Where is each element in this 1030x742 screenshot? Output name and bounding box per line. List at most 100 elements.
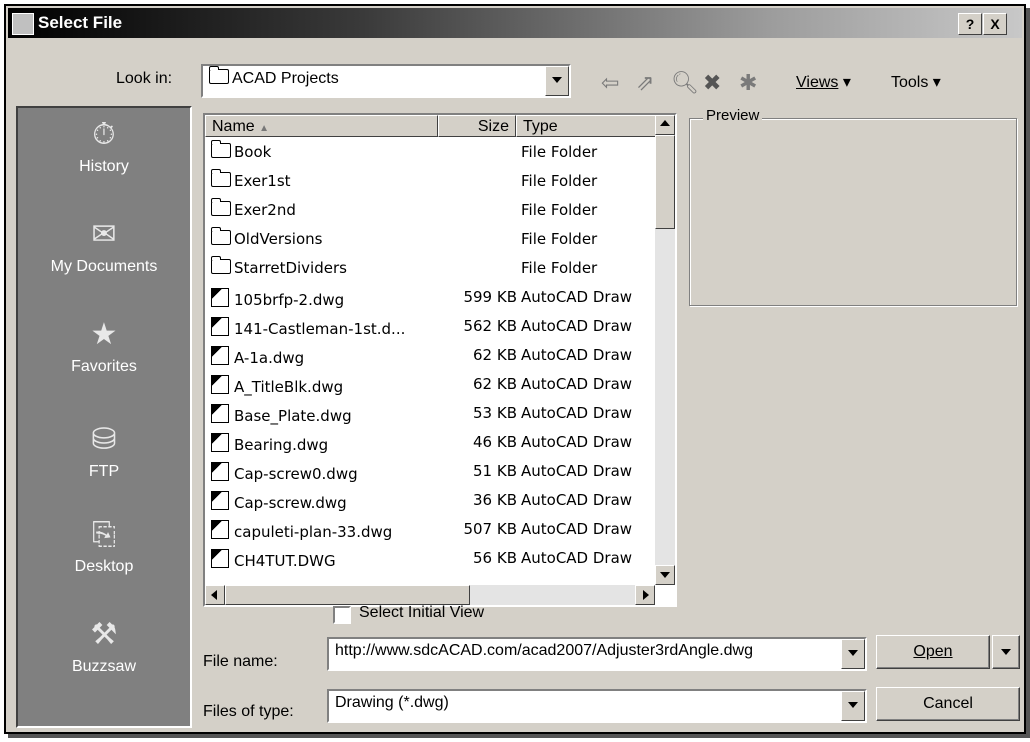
folder-icon — [211, 198, 231, 216]
dwg-file-icon — [211, 433, 229, 452]
select-initial-view-checkbox[interactable] — [333, 606, 351, 624]
column-header-type[interactable]: Type — [516, 115, 656, 137]
files-of-type-dropdown[interactable]: Drawing (*.dwg) — [327, 689, 867, 723]
horizontal-scroll-thumb[interactable] — [225, 585, 470, 605]
file-name-cell: A-1a.dwg — [234, 349, 305, 367]
dwg-file-icon — [211, 549, 229, 568]
file-row[interactable]: Bearing.dwg 46 KB AutoCAD Draw — [205, 429, 653, 457]
sort-ascending-icon: ▲ — [259, 123, 270, 134]
file-name-cell: 105brfp-2.dwg — [234, 291, 345, 309]
file-row[interactable]: A-1a.dwg 62 KB AutoCAD Draw — [205, 342, 653, 370]
file-row[interactable]: Base_Plate.dwg 53 KB AutoCAD Draw — [205, 400, 653, 428]
folder-icon — [211, 227, 231, 245]
file-type-cell: AutoCAD Draw — [521, 346, 633, 364]
folder-icon — [211, 169, 231, 187]
file-size-cell: 562 KB — [463, 317, 517, 335]
dwg-file-icon — [211, 375, 229, 394]
file-name-cell: Bearing.dwg — [234, 436, 329, 454]
delete-icon[interactable]: ✖ — [703, 70, 721, 96]
look-in-value: ACAD Projects — [232, 70, 339, 87]
column-header-size[interactable]: Size — [438, 115, 516, 137]
file-row[interactable]: Cap-screw.dwg 36 KB AutoCAD Draw — [205, 487, 653, 515]
help-button[interactable]: ? — [958, 13, 982, 35]
scroll-up-button[interactable] — [655, 115, 675, 135]
file-row[interactable]: Cap-screw0.dwg 51 KB AutoCAD Draw — [205, 458, 653, 486]
look-in-label: Look in: — [116, 70, 173, 87]
file-type-cell: AutoCAD Draw — [521, 433, 633, 451]
tools-menu[interactable]: Tools ▾ — [891, 72, 941, 92]
files-of-type-value: Drawing (*.dwg) — [335, 694, 449, 711]
dwg-file-icon — [211, 520, 229, 539]
place-history[interactable]: ⏱ History — [18, 118, 190, 176]
look-in-dropdown-arrow[interactable] — [545, 66, 569, 96]
place-buzzsaw[interactable]: ⚒ Buzzsaw — [18, 618, 190, 676]
file-row[interactable]: capuleti-plan-33.dwg 507 KB AutoCAD Draw — [205, 516, 653, 544]
file-type-cell: File Folder — [521, 143, 598, 161]
favorites-icon: ★ — [90, 318, 118, 351]
file-type-cell: AutoCAD Draw — [521, 462, 633, 480]
back-icon[interactable]: ⇦ — [601, 70, 619, 96]
look-in-dropdown[interactable]: ACAD Projects — [201, 64, 571, 98]
file-type-cell: File Folder — [521, 172, 598, 190]
file-size-cell: 53 KB — [473, 404, 517, 422]
close-button[interactable]: X — [983, 13, 1007, 35]
file-type-cell: AutoCAD Draw — [521, 520, 633, 538]
file-size-cell: 46 KB — [473, 433, 517, 451]
preview-box — [689, 118, 1017, 306]
file-name-cell: Exer2nd — [234, 201, 296, 219]
select-file-dialog: Select File ? X Look in: ACAD Projects ⇦… — [4, 4, 1026, 734]
up-one-level-icon[interactable]: ⇗ — [636, 70, 654, 96]
folder-row[interactable]: Exer1st File Folder — [205, 168, 653, 196]
file-name-cell: Exer1st — [234, 172, 291, 190]
file-name-input[interactable]: http://www.sdcACAD.com/acad2007/Adjuster… — [327, 637, 867, 671]
place-desktop[interactable]: ⎘ Desktop — [18, 518, 190, 576]
file-size-cell: 56 KB — [473, 549, 517, 567]
scroll-left-button[interactable] — [205, 585, 225, 605]
vertical-scrollbar[interactable] — [655, 115, 675, 585]
place-my-documents[interactable]: ✉ My Documents — [18, 218, 190, 276]
folder-row[interactable]: OldVersions File Folder — [205, 226, 653, 254]
file-name-dropdown-arrow[interactable] — [841, 639, 865, 669]
dwg-file-icon — [211, 404, 229, 423]
search-web-icon[interactable]: 🔍︎ — [671, 70, 699, 96]
file-row[interactable]: CH4TUT.DWG 56 KB AutoCAD Draw — [205, 545, 653, 573]
preview-label: Preview — [703, 107, 763, 124]
file-name-cell: CH4TUT.DWG — [234, 552, 336, 570]
folder-icon — [209, 66, 229, 84]
autocad-app-icon — [12, 13, 34, 35]
file-name-cell: 141-Castleman-1st.d... — [234, 320, 406, 338]
file-type-cell: AutoCAD Draw — [521, 375, 633, 393]
views-menu[interactable]: Views ▾ — [796, 72, 851, 92]
create-new-folder-icon[interactable]: ✱ — [739, 70, 757, 96]
dwg-file-icon — [211, 346, 229, 365]
column-header-name[interactable]: Name ▲ — [205, 115, 438, 137]
file-row[interactable]: 141-Castleman-1st.d... 562 KB AutoCAD Draw — [205, 313, 653, 341]
scroll-down-button[interactable] — [655, 565, 675, 585]
scroll-right-button[interactable] — [635, 585, 655, 605]
file-type-cell: AutoCAD Draw — [521, 491, 633, 509]
files-of-type-dropdown-arrow[interactable] — [841, 691, 865, 721]
places-sidebar: ⏱ History ✉ My Documents ★ Favorites ⛁ FTP ⎘… — [16, 106, 192, 728]
place-favorites[interactable]: ★ Favorites — [18, 318, 190, 376]
open-options-button[interactable] — [992, 635, 1020, 669]
ftp-icon: ⛁ — [91, 423, 117, 456]
file-row[interactable]: 105brfp-2.dwg 599 KB AutoCAD Draw — [205, 284, 653, 312]
folder-row[interactable]: StarretDividers File Folder — [205, 255, 653, 283]
my-documents-icon: ✉ — [91, 218, 117, 251]
folder-row[interactable]: Exer2nd File Folder — [205, 197, 653, 225]
cancel-button[interactable]: Cancel — [876, 687, 1020, 721]
file-type-cell: AutoCAD Draw — [521, 549, 633, 567]
file-size-cell: 36 KB — [473, 491, 517, 509]
place-ftp[interactable]: ⛁ FTP — [18, 423, 190, 481]
file-type-cell: File Folder — [521, 201, 598, 219]
file-name-value: http://www.sdcACAD.com/acad2007/Adjuster… — [335, 642, 753, 659]
file-name-cell: Cap-screw0.dwg — [234, 465, 358, 483]
folder-row[interactable]: Book File Folder — [205, 139, 653, 167]
dwg-file-icon — [211, 491, 229, 510]
vertical-scroll-thumb[interactable] — [655, 135, 675, 229]
open-button[interactable]: Open — [876, 635, 990, 669]
file-list[interactable]: Name ▲ Size Type Book File Folder Exer1st F… — [203, 113, 677, 607]
horizontal-scrollbar[interactable] — [205, 585, 655, 605]
dwg-file-icon — [211, 317, 229, 336]
file-row[interactable]: A_TitleBlk.dwg 62 KB AutoCAD Draw — [205, 371, 653, 399]
